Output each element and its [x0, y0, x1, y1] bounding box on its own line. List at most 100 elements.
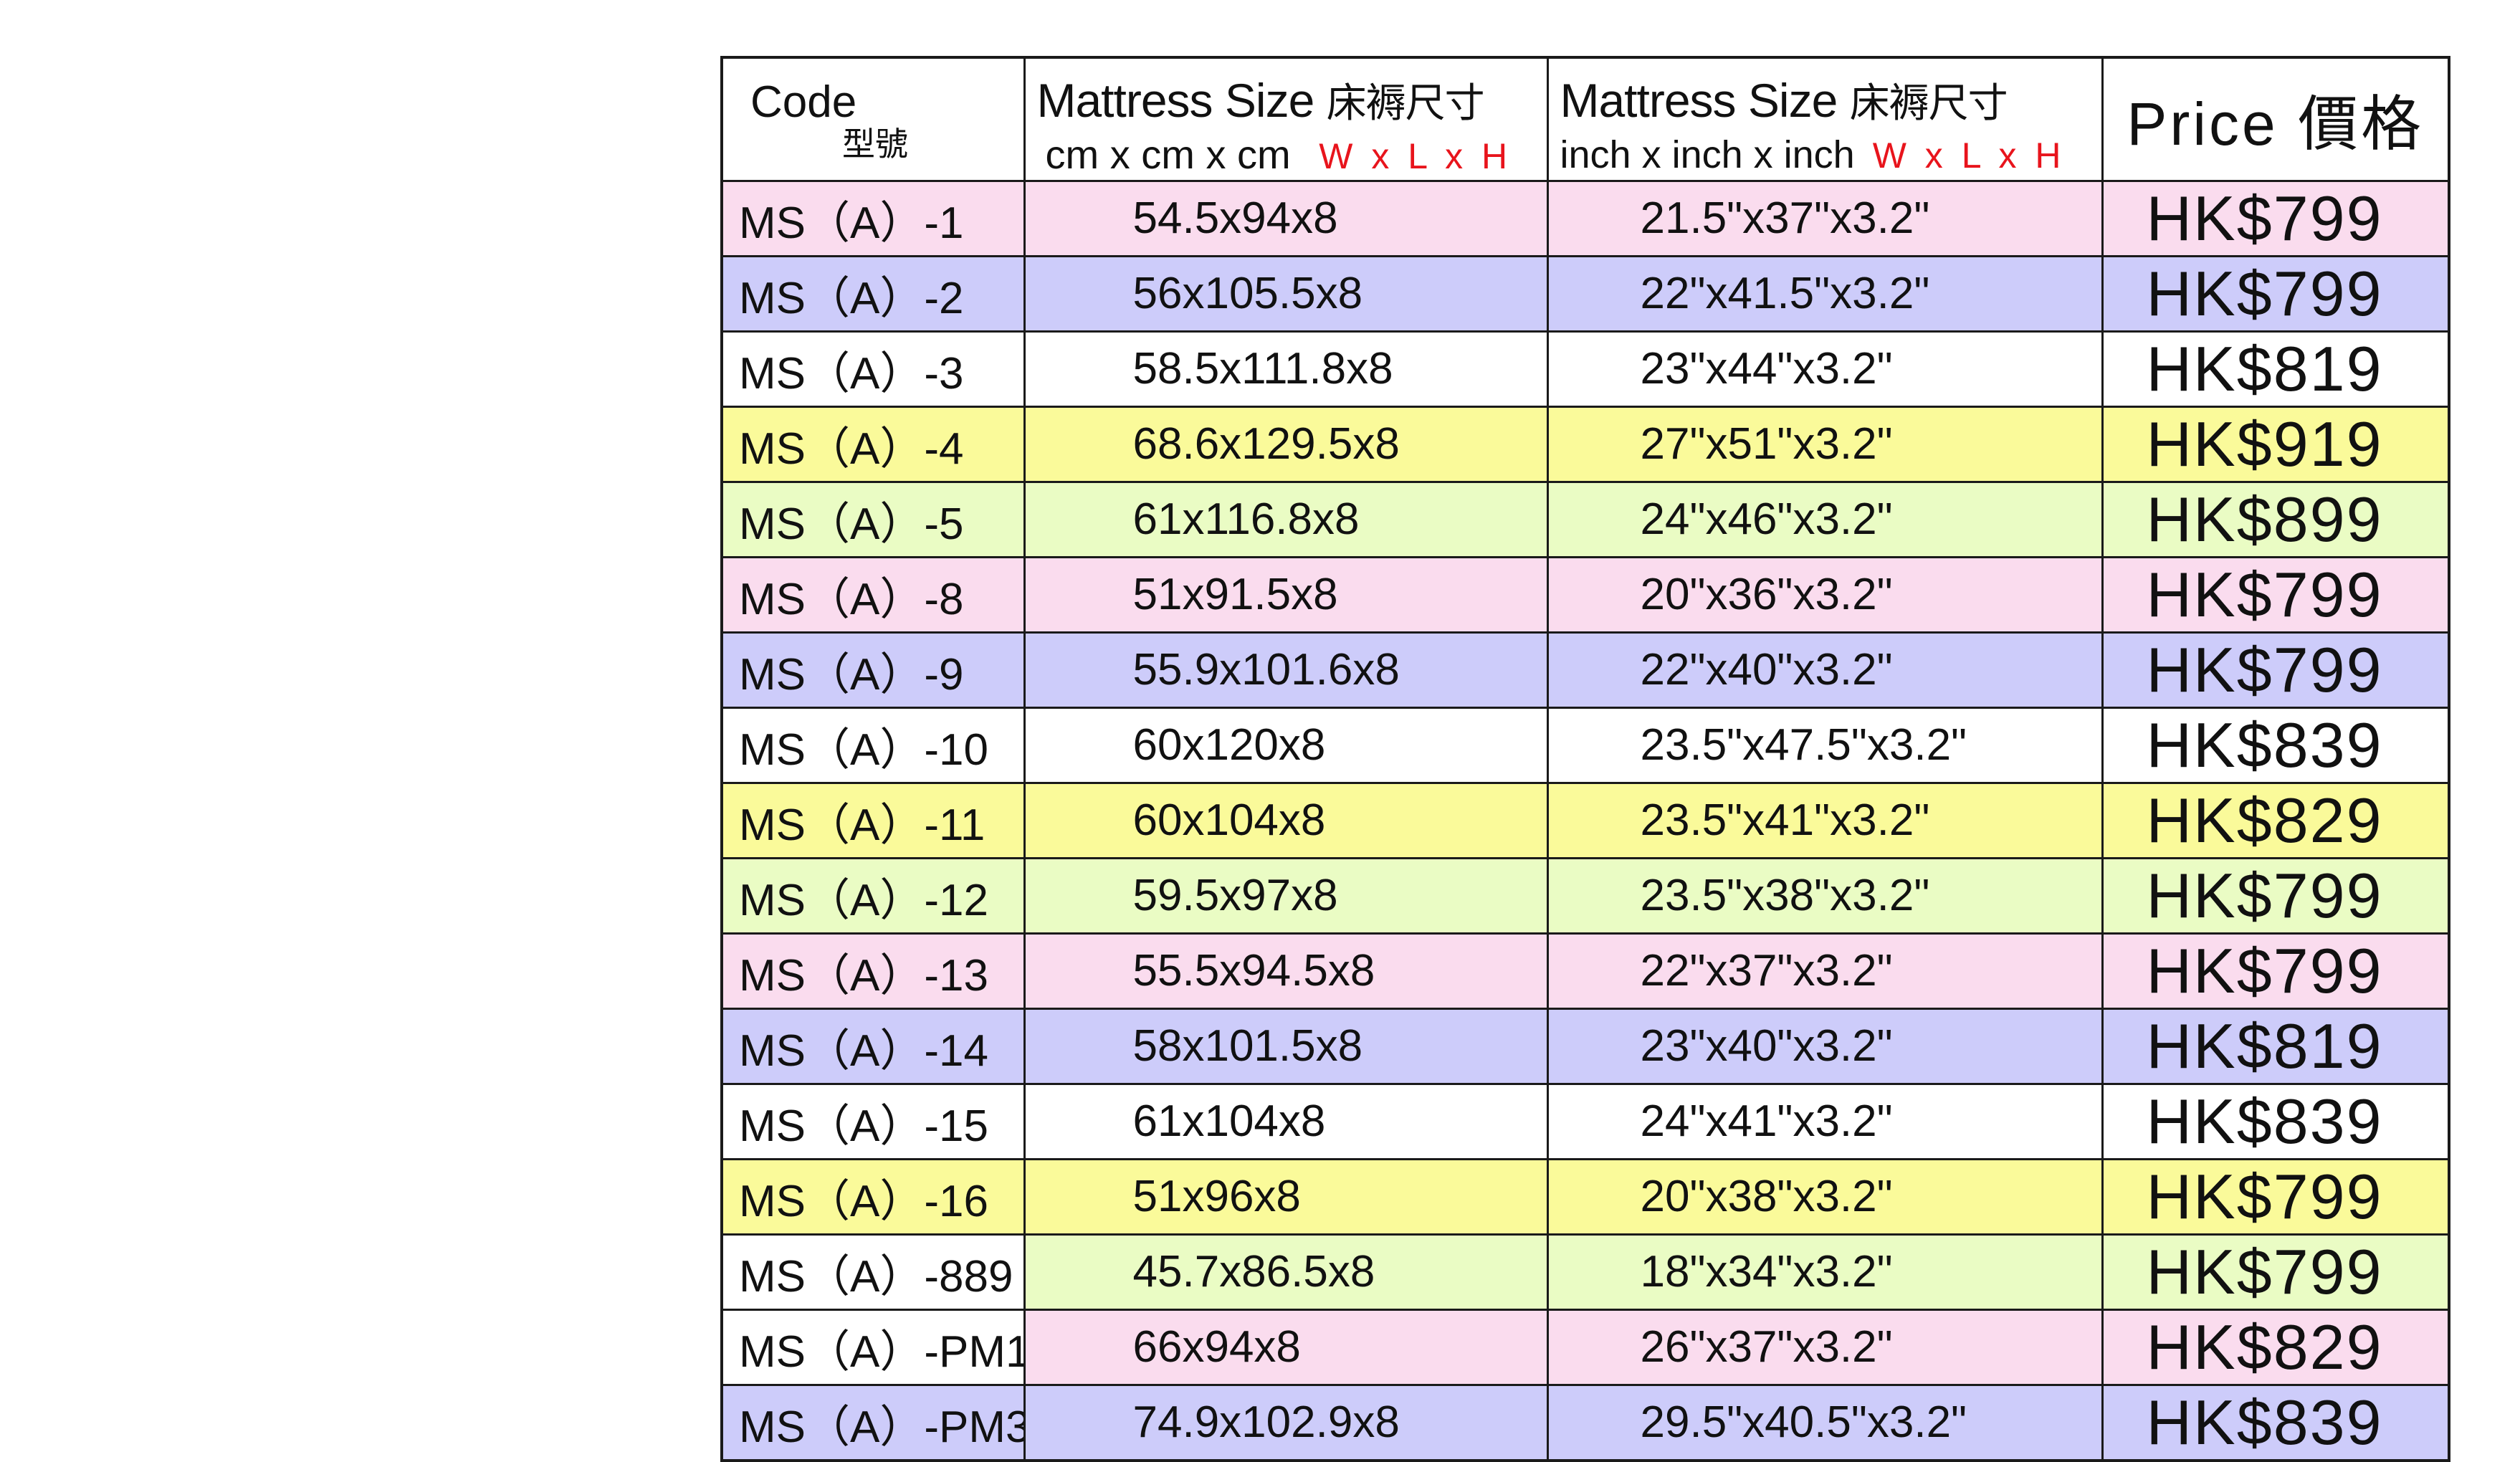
cell-size-cm: 55.9x101.6x8: [1023, 631, 1549, 709]
cell-code: MS（A）-8: [720, 555, 1026, 634]
cell-size-cm: 74.9x102.9x8: [1023, 1383, 1549, 1461]
cell-size-cm: 60x120x8: [1023, 706, 1549, 784]
table-row: MS（A）-16 51x96x8 20"x38"x3.2" HK$799: [720, 1157, 2450, 1236]
cell-size-inch: 24"x41"x3.2": [1546, 1082, 2104, 1160]
cell-price: HK$799: [2101, 254, 2450, 333]
table-row: MS（A）-4 68.6x129.5x8 27"x51"x3.2" HK$919: [720, 405, 2450, 483]
table-row: MS（A）-15 61x104x8 24"x41"x3.2" HK$839: [720, 1082, 2450, 1160]
header-size-cm-dims: W x L x H: [1319, 136, 1512, 176]
cell-size-inch: 18"x34"x3.2": [1546, 1233, 2104, 1311]
cell-price: HK$799: [2101, 1157, 2450, 1236]
table-row: MS（A）-13 55.5x94.5x8 22"x37"x3.2" HK$799: [720, 932, 2450, 1010]
cell-size-cm: 58.5x111.8x8: [1023, 330, 1549, 408]
cell-size-cm: 51x91.5x8: [1023, 555, 1549, 634]
header-size-inch-title-zh: 床褥尺寸: [1849, 80, 2008, 125]
cell-code: MS（A）-10: [720, 706, 1026, 784]
cell-price: HK$819: [2101, 1007, 2450, 1085]
header-code-en: Code: [750, 77, 857, 127]
cell-price: HK$819: [2101, 330, 2450, 408]
cell-price: HK$899: [2101, 480, 2450, 558]
cell-code: MS（A）-11: [720, 781, 1026, 859]
cell-size-cm: 51x96x8: [1023, 1157, 1549, 1236]
table-row: MS（A）-1 54.5x94x8 21.5"x37"x3.2" HK$799: [720, 179, 2450, 257]
cell-price: HK$799: [2101, 932, 2450, 1010]
cell-code: MS（A）-15: [720, 1082, 1026, 1160]
cell-size-inch: 29.5"x40.5"x3.2": [1546, 1383, 2104, 1461]
header-size-cm-units: cm x cm x cm: [1045, 132, 1291, 177]
cell-price: HK$829: [2101, 1308, 2450, 1386]
cell-size-cm: 58x101.5x8: [1023, 1007, 1549, 1085]
cell-size-inch: 24"x46"x3.2": [1546, 480, 2104, 558]
cell-size-cm: 61x104x8: [1023, 1082, 1549, 1160]
header-size-cm-title-zh: 床褥尺寸: [1326, 80, 1485, 125]
cell-size-inch: 26"x37"x3.2": [1546, 1308, 2104, 1386]
cell-code: MS（A）-5: [720, 480, 1026, 558]
cell-price: HK$919: [2101, 405, 2450, 483]
table-row: MS（A）-12 59.5x97x8 23.5"x38"x3.2" HK$799: [720, 856, 2450, 935]
cell-size-inch: 23"x40"x3.2": [1546, 1007, 2104, 1085]
cell-size-cm: 68.6x129.5x8: [1023, 405, 1549, 483]
table-row: MS（A）-11 60x104x8 23.5"x41"x3.2" HK$829: [720, 781, 2450, 859]
table-row: MS（A）-2 56x105.5x8 22"x41.5"x3.2" HK$799: [720, 254, 2450, 333]
cell-size-inch: 23.5"x41"x3.2": [1546, 781, 2104, 859]
cell-price: HK$799: [2101, 179, 2450, 257]
cell-price: HK$839: [2101, 1082, 2450, 1160]
header-size-cm-title: Mattress Size: [1036, 74, 1315, 127]
table-row: MS（A）-889 45.7x86.5x8 18"x34"x3.2" HK$799: [720, 1233, 2450, 1311]
cell-size-cm: 60x104x8: [1023, 781, 1549, 859]
cell-price: HK$799: [2101, 555, 2450, 634]
table-row: MS（A）-10 60x120x8 23.5"x47.5"x3.2" HK$839: [720, 706, 2450, 784]
table-row: MS（A）-5 61x116.8x8 24"x46"x3.2" HK$899: [720, 480, 2450, 558]
cell-size-inch: 21.5"x37"x3.2": [1546, 179, 2104, 257]
cell-size-cm: 54.5x94x8: [1023, 179, 1549, 257]
cell-code: MS（A）-2: [720, 254, 1026, 333]
cell-code: MS（A）-PM3: [720, 1383, 1026, 1461]
cell-price: HK$799: [2101, 856, 2450, 935]
cell-code: MS（A）-1: [720, 179, 1026, 257]
table-row: MS（A）-8 51x91.5x8 20"x36"x3.2" HK$799: [720, 555, 2450, 634]
cell-price: HK$839: [2101, 1383, 2450, 1461]
cell-price: HK$799: [2101, 631, 2450, 709]
cell-size-cm: 61x116.8x8: [1023, 480, 1549, 558]
header-size-inch: Mattress Size 床褥尺寸 inch x inch x inch W …: [1546, 56, 2104, 182]
cell-code: MS（A）-12: [720, 856, 1026, 935]
cell-code: MS（A）-4: [720, 405, 1026, 483]
cell-price: HK$799: [2101, 1233, 2450, 1311]
cell-size-inch: 22"x40"x3.2": [1546, 631, 2104, 709]
cell-size-cm: 55.5x94.5x8: [1023, 932, 1549, 1010]
cell-code: MS（A）-9: [720, 631, 1026, 709]
cell-code: MS（A）-3: [720, 330, 1026, 408]
cell-size-cm: 45.7x86.5x8: [1023, 1233, 1549, 1311]
header-code: Code 型號: [720, 56, 1026, 182]
cell-size-inch: 20"x36"x3.2": [1546, 555, 2104, 634]
cell-price: HK$839: [2101, 706, 2450, 784]
cell-code: MS（A）-16: [720, 1157, 1026, 1236]
cell-price: HK$829: [2101, 781, 2450, 859]
table-row: MS（A）-9 55.9x101.6x8 22"x40"x3.2" HK$799: [720, 631, 2450, 709]
mattress-price-table: Code 型號 Mattress Size 床褥尺寸 cm x cm x cm …: [720, 56, 2450, 1462]
cell-code: MS（A）-13: [720, 932, 1026, 1010]
table-row: MS（A）-3 58.5x111.8x8 23"x44"x3.2" HK$819: [720, 330, 2450, 408]
cell-size-inch: 23.5"x47.5"x3.2": [1546, 706, 2104, 784]
table-row: MS（A）-PM1 66x94x8 26"x37"x3.2" HK$829: [720, 1308, 2450, 1386]
cell-size-cm: 59.5x97x8: [1023, 856, 1549, 935]
header-price: Price 價格: [2101, 56, 2450, 182]
cell-size-cm: 56x105.5x8: [1023, 254, 1549, 333]
header-size-inch-dims: W x L x H: [1872, 135, 2066, 176]
table-header-row: Code 型號 Mattress Size 床褥尺寸 cm x cm x cm …: [720, 56, 2450, 182]
cell-size-inch: 20"x38"x3.2": [1546, 1157, 2104, 1236]
cell-code: MS（A）-14: [720, 1007, 1026, 1085]
table-row: MS（A）-PM3 74.9x102.9x8 29.5"x40.5"x3.2" HK$…: [720, 1383, 2450, 1461]
cell-code: MS（A）-889: [720, 1233, 1026, 1311]
cell-size-inch: 23"x44"x3.2": [1546, 330, 2104, 408]
table-row: MS（A）-14 58x101.5x8 23"x40"x3.2" HK$819: [720, 1007, 2450, 1085]
cell-size-inch: 27"x51"x3.2": [1546, 405, 2104, 483]
header-size-inch-units: inch x inch x inch: [1560, 133, 1855, 176]
header-size-inch-title: Mattress Size: [1560, 74, 1838, 127]
cell-size-inch: 23.5"x38"x3.2": [1546, 856, 2104, 935]
header-size-cm: Mattress Size 床褥尺寸 cm x cm x cm W x L x …: [1023, 56, 1549, 182]
cell-size-inch: 22"x37"x3.2": [1546, 932, 2104, 1010]
cell-size-cm: 66x94x8: [1023, 1308, 1549, 1386]
cell-size-inch: 22"x41.5"x3.2": [1546, 254, 2104, 333]
header-code-zh: 型號: [842, 125, 908, 163]
